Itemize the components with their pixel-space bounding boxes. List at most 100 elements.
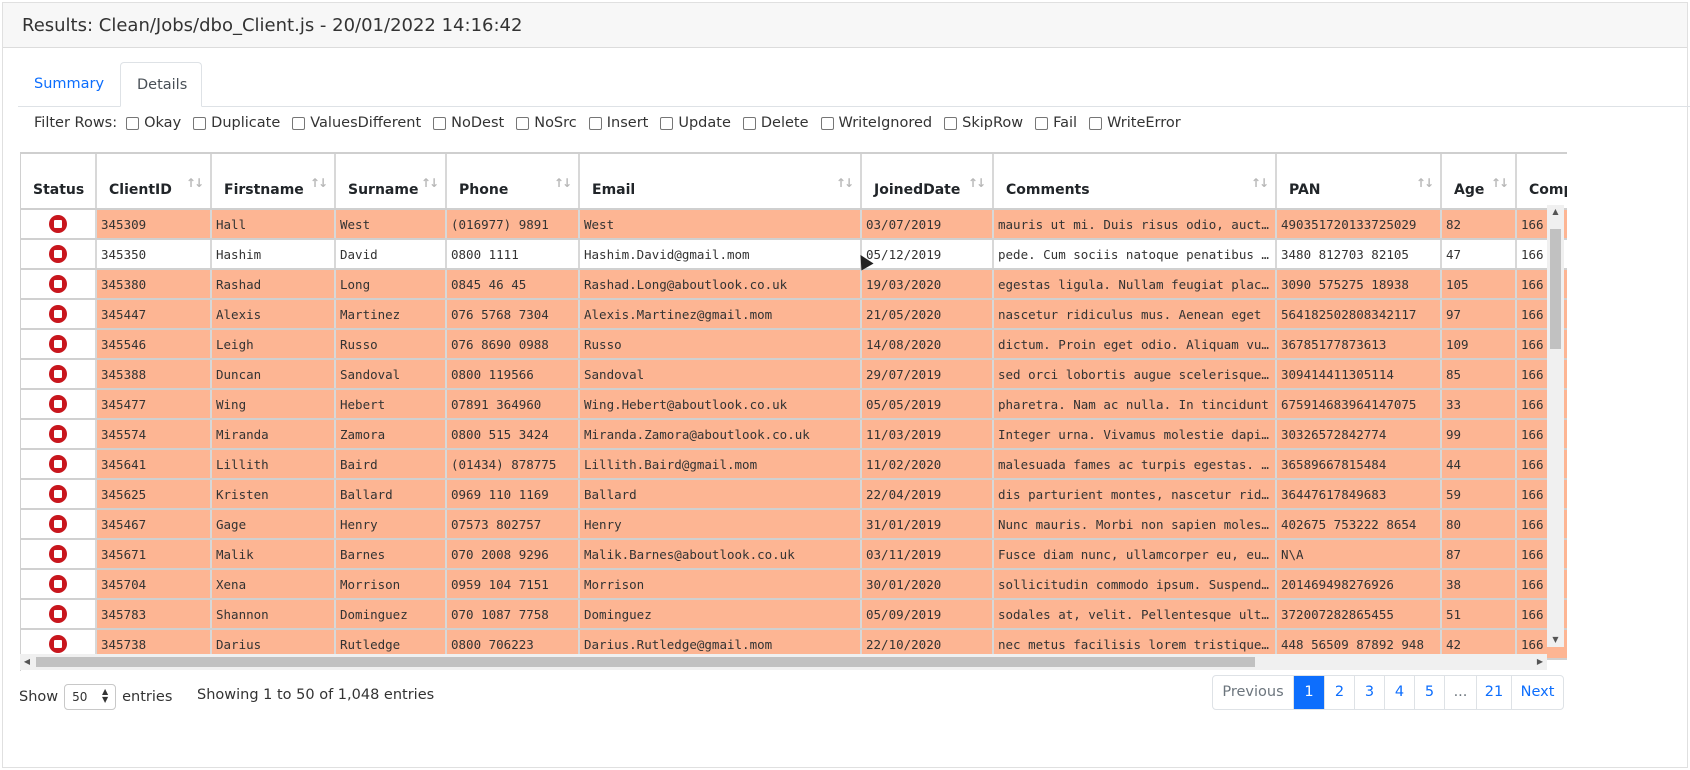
page-4-button[interactable]: 4: [1384, 676, 1414, 709]
table-cell: Shannon: [211, 599, 336, 630]
vertical-scrollbar[interactable]: ▲ ▼: [1547, 205, 1564, 647]
stop-icon[interactable]: [49, 455, 67, 473]
filter-values-different[interactable]: ValuesDifferent: [292, 115, 421, 131]
page-2-button[interactable]: 2: [1324, 676, 1354, 709]
column-header-email[interactable]: Email ↑↓: [579, 154, 862, 210]
stop-icon[interactable]: [49, 365, 67, 383]
write-error-checkbox[interactable]: [1089, 116, 1103, 130]
table-row[interactable]: 345783 Shannon Dominguez 070 1087 7758 Domin…: [21, 599, 1567, 630]
filter-write-error[interactable]: WriteError: [1089, 115, 1181, 131]
okay-checkbox[interactable]: [126, 116, 140, 130]
filter-write-ignored[interactable]: WriteIgnored: [820, 115, 932, 131]
page-21-button[interactable]: 21: [1476, 676, 1511, 709]
page-3-button[interactable]: 3: [1354, 676, 1384, 709]
page-1-button[interactable]: 1: [1293, 676, 1324, 709]
table-row[interactable]: 345388 Duncan Sandoval 0800 119566 Sandoval 2…: [21, 359, 1567, 390]
column-header-clientid[interactable]: ClientID ↑↓: [96, 154, 212, 210]
filter-update[interactable]: Update: [660, 115, 731, 131]
column-header-phone[interactable]: Phone ↑↓: [446, 154, 580, 210]
column-header-joineddate[interactable]: JoinedDate ↑↓: [861, 154, 994, 210]
table-cell: 0969 110 1169: [446, 479, 580, 510]
table-row[interactable]: 345350 Hashim David 0800 1111 Hashim.David@g…: [21, 239, 1567, 270]
status-cell: [21, 599, 97, 630]
table-row[interactable]: 345574 Miranda Zamora 0800 515 3424 Miranda.…: [21, 419, 1567, 450]
column-header-age[interactable]: Age ↑↓: [1441, 154, 1517, 210]
filter-okay[interactable]: Okay: [126, 115, 181, 131]
write-ignored-checkbox[interactable]: [820, 116, 834, 130]
nodest-checkbox[interactable]: [433, 116, 447, 130]
column-header-status[interactable]: Status: [21, 154, 97, 210]
table-row[interactable]: 345447 Alexis Martinez 076 5768 7304 Alexis.…: [21, 299, 1567, 330]
stop-icon[interactable]: [49, 275, 67, 293]
page-previous-button[interactable]: Previous: [1213, 676, 1293, 709]
filter-delete[interactable]: Delete: [742, 115, 809, 131]
page-next-button[interactable]: Next: [1511, 676, 1563, 709]
scroll-left-icon[interactable]: ◀: [20, 654, 34, 670]
table-cell: Morrison: [335, 569, 447, 600]
table-cell: David: [335, 239, 447, 270]
filter-nodest[interactable]: NoDest: [433, 115, 504, 131]
stop-icon[interactable]: [49, 515, 67, 533]
column-header-surname[interactable]: Surname ↑↓: [335, 154, 447, 210]
table-row[interactable]: 345309 Hall West (016977) 9891 West 03/07/201…: [21, 209, 1567, 240]
table-cell: Henry: [579, 509, 862, 540]
filter-duplicate[interactable]: Duplicate: [193, 115, 280, 131]
stop-icon[interactable]: [49, 635, 67, 653]
stop-icon[interactable]: [49, 605, 67, 623]
fail-checkbox[interactable]: [1035, 116, 1049, 130]
sort-icon: ↑↓: [185, 176, 204, 190]
column-header-comp[interactable]: Comp: [1516, 154, 1567, 210]
tab-details[interactable]: Details: [120, 62, 202, 107]
stop-icon[interactable]: [49, 545, 67, 563]
page-5-button[interactable]: 5: [1414, 676, 1444, 709]
table-row[interactable]: 345477 Wing Hebert 07891 364960 Wing.Hebert@…: [21, 389, 1567, 420]
table-row[interactable]: 345546 Leigh Russo 076 8690 0988 Russo 14/08/…: [21, 329, 1567, 360]
table-cell: Miranda.Zamora@aboutlook.co.uk: [579, 419, 862, 450]
table-info: Showing 1 to 50 of 1,048 entries: [197, 687, 435, 703]
horizontal-scroll-thumb[interactable]: [36, 657, 1255, 667]
table-row[interactable]: 345704 Xena Morrison 0959 104 7151 Morrison 3…: [21, 569, 1567, 600]
table-row[interactable]: 345671 Malik Barnes 070 2008 9296 Malik.Barn…: [21, 539, 1567, 570]
table-row[interactable]: 345467 Gage Henry 07573 802757 Henry 31/01/20…: [21, 509, 1567, 540]
scroll-right-icon[interactable]: ▶: [1533, 654, 1547, 670]
stop-icon[interactable]: [49, 485, 67, 503]
stop-icon[interactable]: [49, 335, 67, 353]
update-checkbox[interactable]: [660, 116, 674, 130]
filter-skip-row[interactable]: SkipRow: [944, 115, 1023, 131]
table-cell: mauris ut mi. Duis risus odio, auctor: [993, 209, 1277, 240]
values-different-checkbox[interactable]: [292, 116, 306, 130]
table-row[interactable]: 345625 Kristen Ballard 0969 110 1169 Ballard…: [21, 479, 1567, 510]
delete-checkbox[interactable]: [742, 116, 756, 130]
table-row[interactable]: 345380 Rashad Long 0845 46 45 Rashad.Long@ab…: [21, 269, 1567, 300]
insert-checkbox[interactable]: [588, 116, 602, 130]
column-header-comments[interactable]: Comments ↑↓: [993, 154, 1277, 210]
column-header-firstname[interactable]: Firstname ↑↓: [211, 154, 336, 210]
stop-icon[interactable]: [49, 305, 67, 323]
table-cell: Kristen: [211, 479, 336, 510]
duplicate-checkbox[interactable]: [193, 116, 207, 130]
table-cell: 05/05/2019: [861, 389, 994, 420]
filter-fail[interactable]: Fail: [1035, 115, 1077, 131]
nosrc-checkbox[interactable]: [516, 116, 530, 130]
table-cell: 345671: [96, 539, 212, 570]
filter-insert[interactable]: Insert: [588, 115, 648, 131]
page-length-select[interactable]: 50 ▲ ▼: [64, 684, 117, 710]
tab-summary[interactable]: Summary: [18, 62, 120, 106]
table-row[interactable]: 345641 Lillith Baird (01434) 878775 Lillith.…: [21, 449, 1567, 480]
skip-row-checkbox[interactable]: [944, 116, 958, 130]
horizontal-scrollbar[interactable]: ◀ ▶: [20, 654, 1547, 670]
tab-bar: Summary Details: [18, 62, 1690, 107]
stop-icon[interactable]: [49, 395, 67, 413]
stop-icon[interactable]: [49, 425, 67, 443]
vertical-scroll-thumb[interactable]: [1550, 229, 1561, 349]
column-header-pan[interactable]: PAN ↑↓: [1276, 154, 1442, 210]
scroll-down-icon[interactable]: ▼: [1547, 633, 1564, 647]
table-cell: Dominguez: [579, 599, 862, 630]
stop-icon[interactable]: [49, 215, 67, 233]
filter-nosrc[interactable]: NoSrc: [516, 115, 577, 131]
table-cell: Sandoval: [335, 359, 447, 390]
stop-icon[interactable]: [49, 575, 67, 593]
scroll-up-icon[interactable]: ▲: [1547, 205, 1564, 219]
table-cell: 345704: [96, 569, 212, 600]
stop-icon[interactable]: [49, 245, 67, 263]
